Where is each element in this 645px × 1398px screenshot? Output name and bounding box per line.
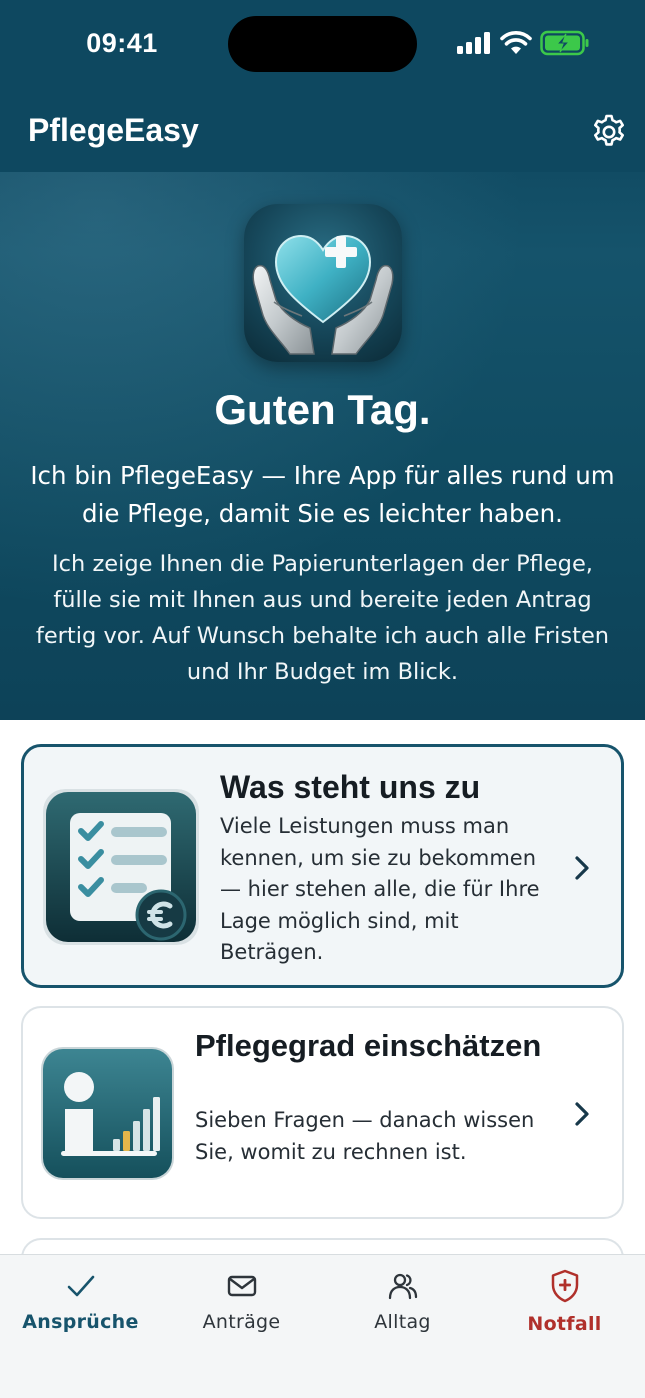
app-logo	[244, 204, 402, 362]
envelope-icon	[227, 1275, 257, 1297]
cellular-signal-icon	[457, 32, 490, 54]
chevron-right-icon	[575, 1102, 589, 1126]
card-care-level[interactable]: Pflegegrad einschätzen Sieben Fragen — d…	[21, 1006, 624, 1219]
tab-label: Anträge	[202, 1311, 281, 1333]
card-icon-tile	[43, 789, 199, 945]
tab-label: Notfall	[527, 1313, 602, 1335]
card-title: Was steht uns zu	[220, 769, 481, 805]
heart-hands-icon	[252, 234, 394, 355]
tab-emergency[interactable]: Notfall	[484, 1255, 645, 1355]
tab-applications[interactable]: Anträge	[161, 1255, 322, 1355]
greeting-heading: Guten Tag.	[214, 386, 431, 433]
card-description: Viele Leistungen muss man kennen, um sie…	[220, 814, 540, 964]
wifi-icon	[500, 31, 532, 54]
chevron-right-icon	[575, 856, 589, 880]
tab-label: Alltag	[374, 1311, 431, 1333]
intro-text: Ich bin PflegeEasy — Ihre App für alles …	[30, 461, 615, 528]
checklist-euro-icon	[43, 789, 199, 945]
card-icon-tile	[41, 1047, 174, 1180]
battery-charging-icon	[540, 30, 589, 56]
tab-entitlements[interactable]: Ansprüche	[0, 1255, 161, 1355]
dynamic-island	[228, 16, 417, 72]
person-bar-chart-icon	[41, 1047, 174, 1180]
tab-daily-life[interactable]: Alltag	[322, 1255, 483, 1355]
app-title: PflegeEasy	[28, 112, 199, 148]
card-entitlements[interactable]: Was steht uns zu Viele Leistungen muss m…	[21, 744, 624, 988]
shield-cross-icon	[551, 1269, 579, 1303]
card-description: Sieben Fragen — danach wissen Sie, womit…	[195, 1108, 535, 1164]
card-title: Pflegegrad einschätzen	[195, 1028, 542, 1063]
tab-label: Ansprüche	[22, 1311, 139, 1333]
people-icon	[388, 1273, 418, 1300]
status-time: 09:41	[86, 28, 158, 58]
description-text: Ich zeige Ihnen die Papierunterlagen der…	[35, 551, 610, 685]
tab-bar: Ansprüche Anträge Alltag Notfall	[0, 1254, 645, 1398]
checkmark-icon	[67, 1275, 95, 1297]
gear-icon[interactable]	[590, 113, 628, 151]
